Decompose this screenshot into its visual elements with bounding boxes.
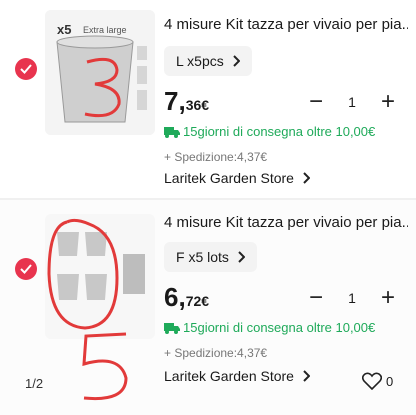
chevron-right-icon <box>233 55 240 67</box>
decrease-button[interactable]: − <box>305 284 327 312</box>
shipping-info: 15giorni di consegna oltre 10,00€ <box>164 124 375 139</box>
price-decimal: 72€ <box>185 293 210 309</box>
variant-selector[interactable]: L x5pcs <box>164 46 252 76</box>
shipping-info: 15giorni di consegna oltre 10,00€ <box>164 320 375 335</box>
checkbox-checked-icon[interactable] <box>15 258 37 280</box>
wishlist-count: 0 <box>386 373 394 389</box>
price-integer: 7, <box>164 86 186 116</box>
quantity-stepper: − 1 + <box>305 88 399 116</box>
product-thumbnail[interactable] <box>45 214 155 339</box>
image-pager: 1/2 <box>25 376 44 391</box>
variant-label: F x5 lots <box>176 249 229 265</box>
shipping-fee: + Spedizione:4,37€ <box>164 346 268 360</box>
increase-button[interactable]: + <box>377 284 399 312</box>
thumb-badge: x5 <box>57 22 72 37</box>
wishlist-button[interactable]: 0 <box>362 372 393 390</box>
chevron-right-icon <box>303 370 310 382</box>
shipping-text: 15giorni di consegna oltre 10,00€ <box>183 124 376 139</box>
quantity-value: 1 <box>348 94 356 110</box>
chevron-right-icon <box>303 172 310 184</box>
thumb-caption: Extra large <box>83 25 127 35</box>
price-decimal: 36€ <box>185 97 210 113</box>
increase-button[interactable]: + <box>377 88 399 116</box>
product-title[interactable]: 4 misure Kit tazza per vivaio per pia... <box>164 214 408 231</box>
product-thumbnail[interactable]: x5 Extra large <box>45 10 155 135</box>
heart-icon <box>362 372 382 390</box>
decrease-button[interactable]: − <box>305 88 327 116</box>
store-name: Laritek Garden Store <box>164 170 294 186</box>
store-link[interactable]: Laritek Garden Store <box>164 170 310 186</box>
truck-icon <box>164 322 180 334</box>
store-name: Laritek Garden Store <box>164 368 294 384</box>
product-title[interactable]: 4 misure Kit tazza per vivaio per pia... <box>164 16 408 33</box>
cart-item-1: x5 Extra large 4 misure Kit tazza per vi… <box>0 0 416 200</box>
checkbox-checked-icon[interactable] <box>15 58 37 80</box>
price-integer: 6, <box>164 282 186 312</box>
variant-label: L x5pcs <box>176 53 224 69</box>
cart-item-2: 4 misure Kit tazza per vivaio per pia...… <box>0 200 416 415</box>
quantity-stepper: − 1 + <box>305 284 399 312</box>
annotation-5 <box>82 332 128 401</box>
price: 6,72€ <box>164 282 209 313</box>
store-link[interactable]: Laritek Garden Store <box>164 368 310 384</box>
chevron-right-icon <box>238 251 245 263</box>
shipping-text: 15giorni di consegna oltre 10,00€ <box>183 320 376 335</box>
truck-icon <box>164 126 180 138</box>
variant-selector[interactable]: F x5 lots <box>164 242 257 272</box>
quantity-value: 1 <box>348 290 356 306</box>
shipping-fee: + Spedizione:4,37€ <box>164 150 268 164</box>
price: 7,36€ <box>164 86 209 117</box>
